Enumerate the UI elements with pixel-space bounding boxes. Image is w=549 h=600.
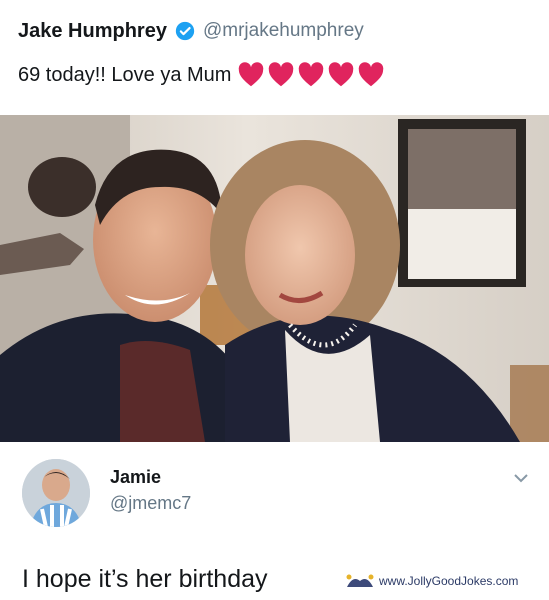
author-handle[interactable]: @mrjakehumphrey — [203, 20, 364, 42]
author-name[interactable]: Jake Humphrey — [18, 20, 167, 43]
reply-text: I hope it’s her birthday — [22, 565, 268, 593]
chevron-down-icon[interactable] — [513, 471, 529, 483]
red-heart-icon — [327, 62, 355, 88]
watermark-text: www.JollyGoodJokes.com — [379, 574, 519, 588]
reply-tweet[interactable]: Jamie @jmemc7 I hope it’s her birthday w… — [0, 443, 549, 600]
red-heart-icon — [357, 62, 385, 88]
hearts-group — [237, 62, 385, 88]
red-heart-icon — [297, 62, 325, 88]
tweet-photo[interactable] — [0, 115, 549, 442]
tweet-header: Jake Humphrey @mrjakehumphrey — [18, 14, 364, 48]
avatar[interactable] — [22, 459, 90, 527]
tweet-text: 69 today!! Love ya Mum — [18, 62, 385, 88]
reply-author-handle[interactable]: @jmemc7 — [110, 493, 191, 514]
red-heart-icon — [237, 62, 265, 88]
jester-hat-icon — [345, 573, 375, 589]
verified-check-icon — [175, 21, 195, 41]
tweet-text-content: 69 today!! Love ya Mum — [18, 63, 232, 86]
reply-author-name[interactable]: Jamie — [110, 467, 161, 488]
red-heart-icon — [267, 62, 295, 88]
watermark: www.JollyGoodJokes.com — [345, 573, 518, 589]
